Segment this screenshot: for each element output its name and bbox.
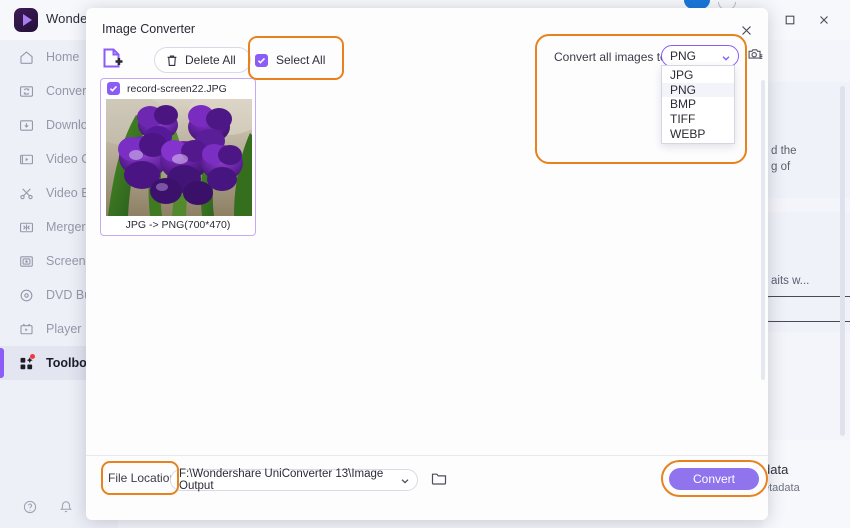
card-text-line1: aits w... [771,275,810,287]
output-path-value: F:\Wondershare UniConverter 13\Image Out… [179,468,384,492]
file-card-header: record-screen22.JPG [101,79,255,98]
download-icon [19,119,34,131]
scissors-icon [20,187,33,199]
output-format-value: PNG [670,49,697,63]
file-location-label: File Location: [108,471,180,485]
camera-settings-icon[interactable] [747,46,764,68]
home-icon [20,50,33,64]
feature-card-1[interactable]: New d the g of [763,82,850,198]
maximize-icon[interactable] [778,8,802,32]
check-icon [257,57,266,64]
chevron-down-icon [721,52,731,66]
delete-all-label: Delete All [185,53,236,67]
wondershare-logo-icon [14,8,38,32]
feature-card-2[interactable]: New aits w... [757,212,850,332]
chevron-down-icon [400,476,410,489]
image-file-card[interactable]: record-screen22.JPG JPG -> PNG(700*470) [100,78,256,236]
convert-button[interactable]: Convert [669,468,759,490]
image-converter-dialog: Image Converter Delete All Select All Co… [86,8,768,520]
sidebar-item-label: Player [46,322,82,336]
trash-icon [167,55,177,66]
output-path-select[interactable]: F:\Wondershare UniConverter 13\Image Out… [170,468,418,492]
browse-folder-icon[interactable] [431,471,447,491]
image-thumbnail [106,99,252,216]
main-scrollbar[interactable] [840,86,845,436]
conversion-summary: JPG -> PNG(700*470) [125,218,231,231]
sidebar-item-label: Home [46,50,80,64]
background-card-subtitle: etadata [763,482,800,494]
file-name: record-screen22.JPG [127,82,227,95]
player-icon [20,323,33,334]
converter-icon [19,85,34,97]
dropdown-option-bmp[interactable]: BMP [662,97,734,112]
file-select-checkbox[interactable] [107,82,120,95]
sidebar-item-label: Merger [46,220,86,234]
card-action-button[interactable] [757,296,850,322]
card-text-line1: d the [771,145,797,157]
card-text-line2: g of [771,161,791,173]
convert-all-label: Convert all images to: [554,50,671,64]
video-compressor-icon [19,154,34,164]
output-format-dropdown[interactable]: JPG PNG BMP TIFF WEBP [661,65,735,144]
merger-icon [19,222,34,232]
dropdown-option-jpg[interactable]: JPG [662,68,734,83]
dialog-close-icon[interactable] [734,18,758,42]
dropdown-option-tiff[interactable]: TIFF [662,112,734,127]
dialog-scrollbar[interactable] [761,80,765,380]
select-all-control[interactable]: Select All [252,41,336,79]
new-indicator-dot [30,354,35,359]
add-image-icon[interactable] [100,46,126,77]
dvd-icon [20,289,33,301]
purple-iris-flowers-photo [106,99,252,216]
dropdown-option-webp[interactable]: WEBP [662,126,734,141]
footer-divider [86,455,768,456]
help-icon[interactable] [22,499,38,515]
check-icon [109,85,118,92]
dropdown-option-png[interactable]: PNG [662,82,734,98]
window-close-icon[interactable] [812,8,836,32]
screen-recorder-icon [20,255,33,267]
select-all-checkbox[interactable] [255,53,268,67]
output-format-select[interactable]: PNG [661,45,739,67]
select-all-label: Select All [276,53,326,67]
application-window: Wondershare Home Converter [0,0,850,528]
notification-bell-icon[interactable] [58,499,74,515]
dialog-title: Image Converter [102,22,196,36]
delete-all-button[interactable]: Delete All [154,47,251,73]
